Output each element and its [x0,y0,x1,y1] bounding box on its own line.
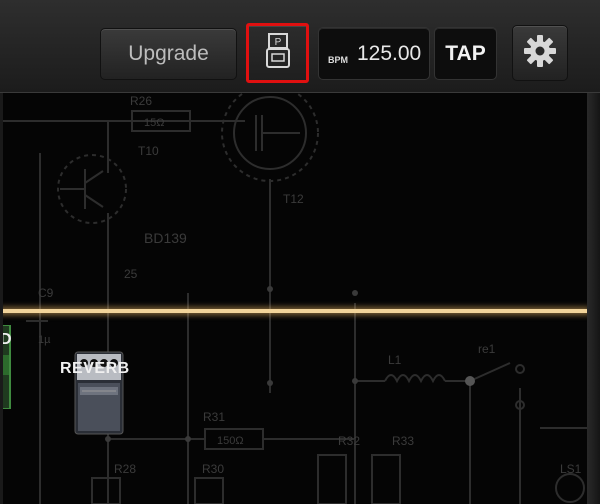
schematic-label: 150Ω [217,435,244,447]
schematic-label: 1µ [38,334,51,346]
bpm-label: BPM [328,54,348,65]
tap-tempo-button[interactable]: TAP [434,27,497,80]
schematic-label: re1 [478,342,496,356]
schematic-label: LS1 [560,462,582,476]
schematic-label: R28 [114,462,136,476]
schematic-label: BD139 [144,230,187,246]
schematic-label: R33 [392,434,414,448]
pedalboard-canvas[interactable]: R26 15Ω T10 T12 BD139 C9 1µ 25 L1 re1 R3… [0,93,600,504]
schematic-label: 25 [124,267,138,281]
upgrade-button[interactable]: Upgrade [100,28,237,80]
canvas-frame-left [0,93,3,504]
schematic-label: R26 [130,94,152,108]
schematic-background: R26 15Ω T10 T12 BD139 C9 1µ 25 L1 re1 R3… [0,93,588,504]
gear-icon [522,33,558,74]
tap-button-label: TAP [445,41,486,65]
upgrade-button-label: Upgrade [128,42,209,65]
schematic-label: T10 [138,144,159,158]
schematic-label: R31 [203,410,225,424]
schematic-label: L1 [388,353,402,367]
schematic-label: R30 [202,462,224,476]
schematic-label: R32 [338,434,360,448]
bpm-display[interactable]: BPM 125.00 [318,27,430,80]
top-toolbar: Upgrade P BPM 125.00 TAP [0,0,600,93]
pedal-name-label: REVERB [60,360,130,377]
settings-button[interactable] [512,25,568,81]
pedal-board-icon: P [263,32,293,75]
signal-cable [0,309,588,313]
schematic-label: 15Ω [144,117,164,129]
bpm-value: 125.00 [357,41,422,65]
canvas-frame-right [587,93,600,504]
schematic-label: T12 [283,192,304,206]
svg-text:P: P [274,37,281,48]
schematic-label: C9 [38,286,54,300]
pedal-mode-button[interactable]: P [246,23,309,83]
